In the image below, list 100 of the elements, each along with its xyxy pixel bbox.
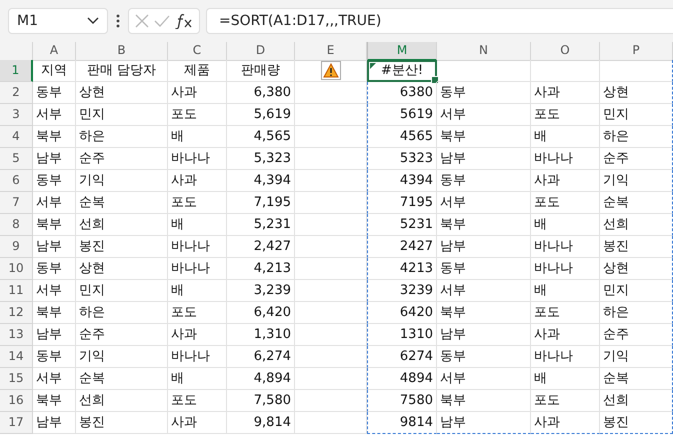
table-cell: 순복 bbox=[76, 192, 168, 214]
table-cell: 상현 bbox=[600, 258, 673, 280]
table-cell: 포도 bbox=[531, 104, 600, 126]
row-header[interactable]: 4 bbox=[0, 126, 33, 148]
table-cell: 포도 bbox=[531, 390, 600, 412]
table-cell: 서부 bbox=[437, 368, 531, 390]
row-header[interactable]: 8 bbox=[0, 214, 33, 236]
table-cell: 북부 bbox=[33, 214, 76, 236]
table-cell: 판매 담당자 bbox=[76, 60, 168, 82]
row-header[interactable]: 15 bbox=[0, 368, 33, 390]
error-cell[interactable]: #분산! bbox=[367, 60, 437, 82]
table-cell: 동부 bbox=[437, 258, 531, 280]
table-cell: 순주 bbox=[600, 324, 673, 346]
table-cell: 남부 bbox=[33, 236, 76, 258]
table-cell: 2,427 bbox=[227, 236, 295, 258]
table-cell: 1310 bbox=[367, 324, 437, 346]
row-header[interactable]: 2 bbox=[0, 82, 33, 104]
table-cell: 사과 bbox=[531, 412, 600, 434]
empty-cell bbox=[295, 214, 367, 236]
row-header[interactable]: 5 bbox=[0, 148, 33, 170]
row-header[interactable]: 6 bbox=[0, 170, 33, 192]
more-options-icon[interactable] bbox=[116, 14, 120, 28]
table-cell: 배 bbox=[531, 280, 600, 302]
row-header[interactable]: 17 bbox=[0, 412, 33, 434]
name-box[interactable]: M1 bbox=[8, 8, 108, 34]
table-cell: 동부 bbox=[437, 346, 531, 368]
column-header[interactable]: E bbox=[295, 42, 367, 61]
table-cell: 봉진 bbox=[76, 412, 168, 434]
table-cell: 바나나 bbox=[168, 346, 227, 368]
table-cell: 포도 bbox=[531, 302, 600, 324]
column-header[interactable]: M bbox=[367, 42, 437, 61]
table-cell: 배 bbox=[531, 368, 600, 390]
table-cell: 6274 bbox=[367, 346, 437, 368]
row-header[interactable]: 9 bbox=[0, 236, 33, 258]
table-cell: 선희 bbox=[76, 214, 168, 236]
table-cell: 서부 bbox=[33, 368, 76, 390]
table-cell: 상현 bbox=[76, 258, 168, 280]
table-cell: 4394 bbox=[367, 170, 437, 192]
table-cell: 판매량 bbox=[227, 60, 295, 82]
empty-cell bbox=[295, 302, 367, 324]
column-header[interactable]: C bbox=[168, 42, 227, 61]
table-cell: 5,619 bbox=[227, 104, 295, 126]
table-cell: 4,565 bbox=[227, 126, 295, 148]
formula-field[interactable]: =SORT(A1:D17,,,TRUE) bbox=[206, 8, 673, 34]
column-header[interactable]: D bbox=[227, 42, 295, 61]
table-cell: 동부 bbox=[33, 258, 76, 280]
table-cell: 바나나 bbox=[531, 236, 600, 258]
table-cell: 사과 bbox=[168, 170, 227, 192]
column-header[interactable]: O bbox=[531, 42, 600, 61]
column-header[interactable]: P bbox=[600, 42, 673, 61]
column-header[interactable]: B bbox=[76, 42, 168, 61]
row-header[interactable]: 11 bbox=[0, 280, 33, 302]
table-cell: 하은 bbox=[76, 302, 168, 324]
table-cell: 1,310 bbox=[227, 324, 295, 346]
table-cell: 사과 bbox=[168, 412, 227, 434]
table-cell: 남부 bbox=[33, 412, 76, 434]
table-cell: 민지 bbox=[600, 280, 673, 302]
row-header[interactable]: 16 bbox=[0, 390, 33, 412]
table-cell: 사과 bbox=[168, 324, 227, 346]
table-cell: 서부 bbox=[437, 104, 531, 126]
table-cell: 포도 bbox=[168, 302, 227, 324]
check-icon[interactable] bbox=[154, 15, 170, 27]
empty-cell bbox=[295, 346, 367, 368]
table-cell: 9,814 bbox=[227, 412, 295, 434]
table-cell: 선희 bbox=[600, 390, 673, 412]
row-header[interactable]: 12 bbox=[0, 302, 33, 324]
table-cell: 4,894 bbox=[227, 368, 295, 390]
table-cell: 서부 bbox=[33, 192, 76, 214]
table-cell: 3,239 bbox=[227, 280, 295, 302]
table-cell: 서부 bbox=[33, 280, 76, 302]
table-cell: 제품 bbox=[168, 60, 227, 82]
table-cell: 남부 bbox=[33, 148, 76, 170]
table-cell: 6,380 bbox=[227, 82, 295, 104]
table-cell: 배 bbox=[168, 280, 227, 302]
table-cell: 5323 bbox=[367, 148, 437, 170]
column-header[interactable]: A bbox=[33, 42, 76, 61]
table-cell: 순주 bbox=[76, 148, 168, 170]
table-cell: 바나나 bbox=[531, 148, 600, 170]
table-cell: 바나나 bbox=[168, 236, 227, 258]
table-cell: 4,394 bbox=[227, 170, 295, 192]
row-header[interactable]: 14 bbox=[0, 346, 33, 368]
table-cell: 순주 bbox=[600, 148, 673, 170]
row-header[interactable]: 7 bbox=[0, 192, 33, 214]
table-cell: 서부 bbox=[437, 192, 531, 214]
row-header[interactable]: 10 bbox=[0, 258, 33, 280]
empty-cell bbox=[295, 390, 367, 412]
warning-icon[interactable] bbox=[320, 61, 340, 80]
function-icon[interactable] bbox=[174, 13, 193, 29]
table-cell: 동부 bbox=[437, 82, 531, 104]
row-header[interactable]: 13 bbox=[0, 324, 33, 346]
empty-cell bbox=[295, 368, 367, 390]
table-cell: 바나나 bbox=[531, 346, 600, 368]
table-cell: 순복 bbox=[76, 368, 168, 390]
table-cell: 북부 bbox=[33, 126, 76, 148]
empty-cell bbox=[295, 126, 367, 148]
table-cell: 5,231 bbox=[227, 214, 295, 236]
row-header[interactable]: 1 bbox=[0, 60, 33, 82]
table-cell: 지역 bbox=[33, 60, 76, 82]
row-header[interactable]: 3 bbox=[0, 104, 33, 126]
column-header[interactable]: N bbox=[437, 42, 531, 61]
